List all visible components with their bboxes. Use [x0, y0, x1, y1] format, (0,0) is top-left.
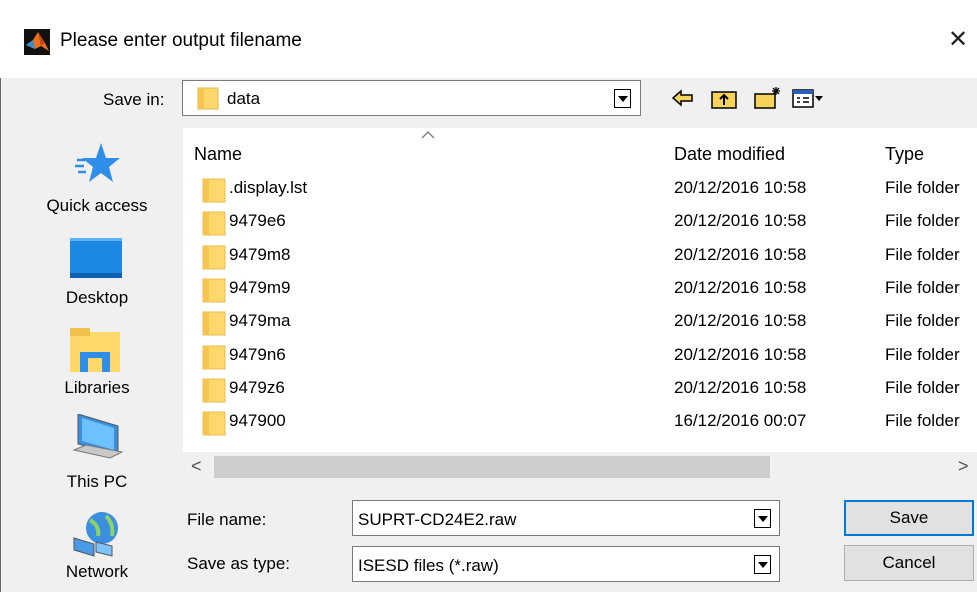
folder-icon — [202, 411, 226, 436]
folder-icon — [202, 278, 226, 303]
computer-icon — [72, 414, 124, 459]
place-label: Desktop — [65, 288, 129, 307]
table-row[interactable]: 9479m8 20/12/2016 10:58 File folder — [183, 239, 977, 272]
scroll-right-icon[interactable]: > — [958, 456, 969, 477]
column-header-type[interactable]: Type — [885, 144, 924, 165]
folder-icon — [197, 87, 219, 110]
folder-icon — [202, 178, 226, 203]
title-bar[interactable]: Please enter output filename ✕ — [0, 0, 977, 78]
type-cell: File folder — [885, 411, 960, 431]
file-name-combo[interactable]: SUPRT-CD24E2.raw — [352, 500, 780, 536]
type-cell: File folder — [885, 211, 960, 231]
save-button[interactable]: Save — [844, 500, 974, 536]
date-modified-cell: 20/12/2016 10:58 — [674, 211, 807, 231]
save-type-label: Save as type: — [187, 554, 291, 573]
save-in-dropdown-button[interactable] — [614, 89, 631, 108]
table-row[interactable]: 9479z6 20/12/2016 10:58 File folder — [183, 372, 977, 405]
places-bar: Quick access Desktop Libraries This PC N… — [12, 122, 182, 592]
type-cell: File folder — [885, 344, 960, 364]
date-modified-cell: 20/12/2016 10:58 — [674, 277, 807, 297]
sort-ascending-icon — [421, 131, 435, 139]
save-type-dropdown-button[interactable] — [754, 555, 771, 574]
place-label: This PC — [66, 472, 128, 491]
close-button[interactable]: ✕ — [945, 26, 971, 54]
save-in-value: data — [227, 89, 261, 108]
save-in-label: Save in: — [103, 90, 165, 109]
date-modified-cell: 20/12/2016 10:58 — [674, 178, 807, 197]
type-cell: File folder — [885, 311, 960, 331]
type-cell: File folder — [885, 277, 960, 297]
up-folder-icon[interactable] — [709, 86, 739, 110]
place-label: Libraries — [64, 378, 130, 397]
folder-icon — [202, 245, 226, 270]
scroll-left-icon[interactable]: < — [191, 456, 202, 477]
horizontal-scrollbar[interactable]: < > — [183, 452, 977, 483]
network-icon — [73, 512, 118, 557]
file-list[interactable]: Name Date modified Type .display.lst 20/1… — [183, 128, 977, 452]
table-row[interactable]: .display.lst 20/12/2016 10:58 File folder — [183, 172, 977, 205]
date-modified-cell: 20/12/2016 10:58 — [674, 377, 807, 397]
save-file-dialog: Please enter output filename ✕ Save in: … — [0, 0, 977, 592]
file-name-cell: 9479n6 — [229, 344, 286, 364]
file-name-label: File name: — [187, 510, 267, 529]
place-desktop[interactable]: Desktop — [12, 230, 182, 320]
back-arrow-icon[interactable] — [670, 86, 696, 110]
column-header-date[interactable]: Date modified — [674, 144, 785, 165]
matlab-icon — [24, 29, 50, 55]
save-type-combo[interactable]: ISESD files (*.raw) — [352, 546, 780, 582]
date-modified-cell: 20/12/2016 10:58 — [674, 344, 807, 364]
cancel-button[interactable]: Cancel — [844, 545, 974, 581]
type-cell: File folder — [885, 178, 960, 197]
new-folder-icon[interactable] — [752, 86, 782, 110]
file-name-input[interactable]: SUPRT-CD24E2.raw — [358, 510, 516, 530]
place-libraries[interactable]: Libraries — [12, 320, 182, 410]
file-name-cell: .display.lst — [229, 178, 308, 197]
table-row[interactable]: 9479e6 20/12/2016 10:58 File folder — [183, 205, 977, 238]
date-modified-cell: 20/12/2016 10:58 — [674, 244, 807, 264]
table-row[interactable]: 9479ma 20/12/2016 10:58 File folder — [183, 305, 977, 338]
folder-icon — [202, 345, 226, 369]
place-network[interactable]: Network — [12, 500, 182, 592]
save-type-value: ISESD files (*.raw) — [358, 556, 499, 575]
type-cell: File folder — [885, 377, 960, 397]
file-name-dropdown-button[interactable] — [754, 509, 771, 528]
type-cell: File folder — [885, 244, 960, 264]
table-row[interactable]: 9479m9 20/12/2016 10:58 File folder — [183, 272, 977, 305]
dialog-title: Please enter output filename — [60, 30, 302, 51]
place-label: Network — [65, 562, 129, 581]
place-label: Quick access — [46, 196, 148, 215]
file-name-cell: 9479z6 — [229, 377, 285, 397]
place-this-pc[interactable]: This PC — [12, 410, 182, 500]
save-in-dropdown[interactable]: data — [182, 80, 641, 116]
folder-icon — [202, 211, 226, 236]
table-row[interactable]: 947900 16/12/2016 00:07 File folder — [183, 405, 977, 438]
libraries-icon — [70, 328, 120, 372]
table-row[interactable]: 9479n6 20/12/2016 10:58 File folder — [183, 339, 977, 372]
folder-icon — [202, 311, 226, 336]
date-modified-cell: 16/12/2016 00:07 — [674, 411, 807, 431]
star-icon — [75, 143, 120, 182]
file-name-cell: 9479e6 — [229, 211, 286, 231]
view-menu-icon[interactable] — [791, 86, 825, 110]
scrollbar-thumb[interactable] — [214, 456, 770, 478]
file-name-cell: 9479m8 — [229, 244, 291, 264]
place-quick-access[interactable]: Quick access — [12, 134, 182, 230]
file-name-cell: 9479m9 — [229, 277, 291, 297]
desktop-icon — [70, 238, 122, 278]
file-name-cell: 9479ma — [229, 311, 291, 331]
folder-icon — [202, 378, 226, 403]
column-header-name[interactable]: Name — [194, 144, 242, 165]
file-name-cell: 947900 — [229, 411, 286, 431]
date-modified-cell: 20/12/2016 10:58 — [674, 311, 807, 331]
window-border — [0, 0, 1, 592]
